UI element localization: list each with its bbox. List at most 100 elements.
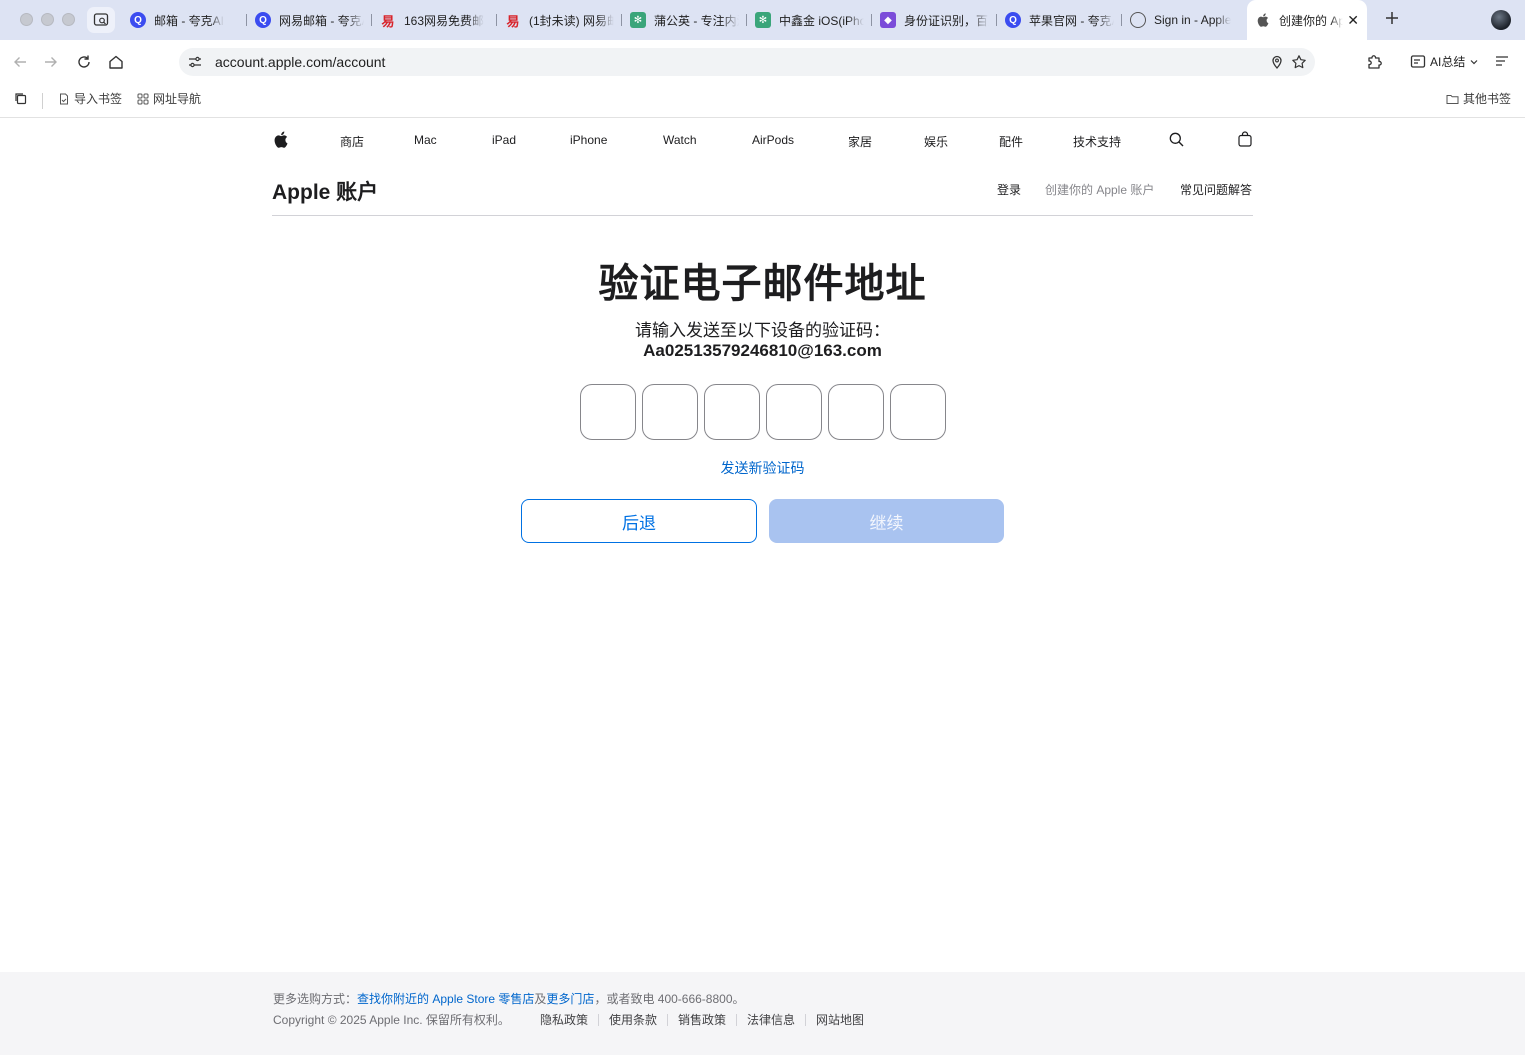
nav-iphone[interactable]: iPhone [570, 133, 607, 147]
tab-title: 创建你的 Apple 账户 [1279, 13, 1344, 28]
browser-tab[interactable]: Sign in - Apple [1122, 0, 1247, 40]
tab-title: 网易邮箱 - 夸克AI [279, 13, 364, 28]
bookmark-web-nav-label: 网址导航 [153, 92, 202, 106]
tab-title: Sign in - Apple [1154, 13, 1232, 27]
browser-tab[interactable]: 易 (1封未读) 网易邮箱 [497, 0, 622, 40]
new-tab-button[interactable] [1385, 9, 1399, 29]
site-settings-icon[interactable] [187, 54, 203, 75]
nav-store[interactable]: 商店 [340, 133, 364, 150]
nav-search-button[interactable] [1169, 132, 1184, 150]
app-icon: ◆ [880, 12, 896, 28]
continue-button[interactable]: 继续 [769, 499, 1004, 543]
tab-title: 中鑫金 iOS(iPhone) [779, 13, 864, 28]
bookmark-star-icon[interactable] [1291, 54, 1307, 75]
maximize-window-button[interactable] [62, 13, 75, 26]
apple-logo-link[interactable] [274, 131, 288, 151]
nav-mac[interactable]: Mac [414, 133, 437, 147]
instruction-text: 请输入发送至以下设备的验证码： [635, 321, 890, 340]
sitemap-link[interactable]: 网站地图 [805, 1013, 874, 1026]
forward-nav-button[interactable] [41, 52, 61, 72]
back-button[interactable]: 后退 [521, 499, 757, 543]
home-button[interactable] [106, 52, 126, 72]
code-digit-4[interactable] [766, 384, 822, 440]
code-digit-6[interactable] [890, 384, 946, 440]
window-controls [20, 13, 75, 26]
nav-airpods[interactable]: AirPods [752, 133, 794, 147]
bookmarks-bar: 导入书签 网址导航 其他书签 [0, 84, 1525, 118]
ai-summary-icon [1410, 54, 1426, 68]
browser-tab[interactable]: Q 苹果官网 - 夸克AI [997, 0, 1122, 40]
nav-ipad[interactable]: iPad [492, 133, 516, 147]
copyright-text: Copyright © 2025 Apple Inc. 保留所有权利。 [273, 1013, 510, 1027]
browser-tab[interactable]: 易 163网易免费邮 [372, 0, 497, 40]
nav-support[interactable]: 技术支持 [1073, 133, 1121, 150]
quark-icon: Q [255, 12, 271, 28]
bookmark-other-folder[interactable]: 其他书签 [1446, 90, 1511, 107]
bookmarks-divider [42, 93, 43, 109]
tab-title: 苹果官网 - 夸克AI [1029, 13, 1114, 28]
browser-menu-button[interactable] [1494, 53, 1510, 74]
signin-link[interactable]: 登录 [997, 181, 1021, 198]
code-digit-5[interactable] [828, 384, 884, 440]
extensions-button[interactable] [1366, 52, 1384, 75]
ai-summary-button[interactable]: AI总结 [1410, 53, 1479, 70]
pgyer-icon: ✻ [630, 12, 646, 28]
terms-of-use-link[interactable]: 使用条款 [597, 1013, 667, 1026]
account-title[interactable]: Apple 账户 [272, 176, 378, 206]
bookmark-web-nav[interactable]: 网址导航 [137, 90, 201, 107]
tab-title: (1封未读) 网易邮箱 [529, 13, 614, 28]
browser-tab[interactable]: ✻ 蒲公英 - 专注内测 [622, 0, 747, 40]
back-nav-button[interactable] [10, 52, 30, 72]
reload-button[interactable] [74, 52, 94, 72]
code-digit-1[interactable] [580, 384, 636, 440]
footer-more-ways: 更多选购方式：查找你附近的 Apple Store 零售店及更多门店，或者致电 … [273, 990, 745, 1007]
nav-bag-button[interactable] [1238, 131, 1252, 150]
shopping-bag-icon [1238, 131, 1252, 147]
sales-policy-link[interactable]: 销售政策 [666, 1013, 736, 1026]
nav-entertainment[interactable]: 娱乐 [924, 133, 948, 150]
minimize-window-button[interactable] [41, 13, 54, 26]
address-bar[interactable]: account.apple.com/account [179, 48, 1315, 76]
privacy-policy-link[interactable]: 隐私政策 [530, 1014, 598, 1026]
tab-title: 邮箱 - 夸克AI [154, 13, 225, 28]
ai-summary-label: AI总结 [1430, 55, 1466, 69]
find-store-link[interactable]: 查找你附近的 Apple Store 零售店 [357, 992, 534, 1006]
footer-phone-text: ，或者致电 400-666-8800。 [594, 992, 745, 1006]
close-tab-icon[interactable]: ✕ [1343, 12, 1359, 29]
profile-avatar[interactable] [1491, 10, 1511, 30]
nav-accessories[interactable]: 配件 [999, 133, 1023, 150]
browser-tab[interactable]: Q 邮箱 - 夸克AI [122, 0, 247, 40]
url-text[interactable]: account.apple.com/account [215, 54, 385, 70]
create-account-link[interactable]: 创建你的 Apple 账户 [1045, 181, 1154, 198]
folder-icon [1446, 94, 1459, 104]
more-stores-link[interactable]: 更多门店 [546, 992, 594, 1006]
resend-code-link[interactable]: 发送新验证码 [0, 458, 1525, 478]
tab-search-button[interactable] [87, 7, 115, 33]
browser-tab[interactable]: ✻ 中鑫金 iOS(iPhone) [747, 0, 872, 40]
legal-info-link[interactable]: 法律信息 [735, 1013, 805, 1026]
browser-tab[interactable]: Q 网易邮箱 - 夸克AI [247, 0, 372, 40]
tab-strip: Q 邮箱 - 夸克AI Q 网易邮箱 - 夸克AI 易 163网易免费邮易 (1封未读) 网… [122, 0, 1367, 40]
footer-more-ways-prefix: 更多选购方式： [273, 992, 358, 1006]
browser-tab-bar: Q 邮箱 - 夸克AI Q 网易邮箱 - 夸克AI 易 163网易免费邮易 (1封未读) 网… [0, 0, 1525, 40]
footer-and-text: 及 [534, 992, 547, 1006]
apple-icon [1255, 12, 1271, 28]
tab-overview-button[interactable] [14, 92, 28, 106]
arrow-right-icon [45, 57, 57, 67]
grid-icon [137, 93, 149, 104]
nav-home[interactable]: 家居 [848, 133, 872, 150]
code-digit-3[interactable] [704, 384, 760, 440]
arrow-left-icon [14, 57, 26, 67]
code-digit-2[interactable] [642, 384, 698, 440]
nav-watch[interactable]: Watch [663, 133, 697, 147]
faq-link[interactable]: 常见问题解答 [1180, 181, 1252, 198]
verification-code-inputs [580, 384, 946, 440]
browser-tab[interactable]: ◆ 身份证识别，百度 [872, 0, 997, 40]
close-window-button[interactable] [20, 13, 33, 26]
browser-tab[interactable]: 创建你的 Apple 账户✕ [1247, 0, 1367, 40]
import-bookmark-icon [60, 93, 68, 104]
location-pin-icon[interactable] [1269, 54, 1285, 75]
bookmark-import[interactable]: 导入书签 [58, 90, 122, 107]
menu-icon [1496, 56, 1508, 66]
copy-icon [15, 93, 27, 105]
